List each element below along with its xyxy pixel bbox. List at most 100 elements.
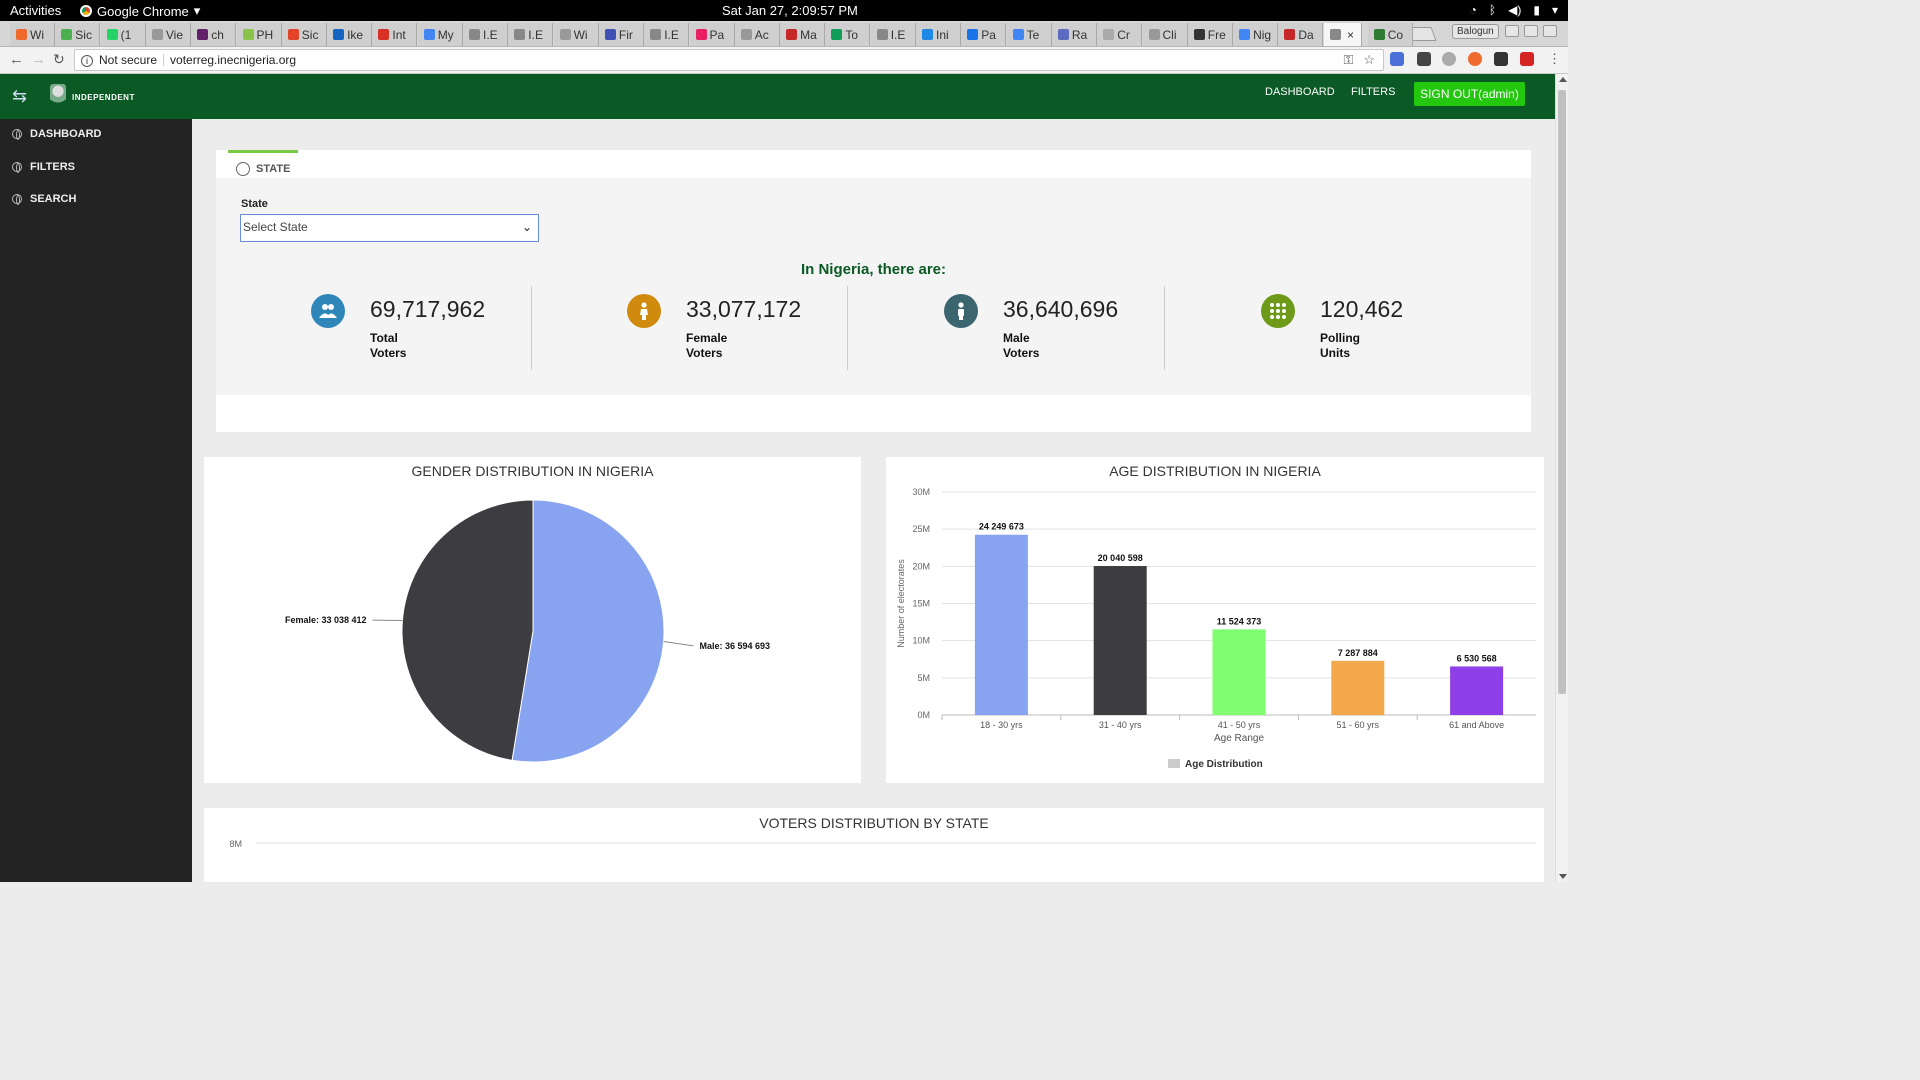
json-extension-icon[interactable] [1494,52,1508,66]
tab-title: ch [211,28,224,42]
scroll-thumb[interactable] [1558,90,1566,694]
tab-state[interactable]: STATE [228,150,298,178]
y-tick-label: 10M [912,636,930,646]
bar[interactable] [1331,660,1385,715]
address-bar[interactable]: i Not secure voterreg.inecnigeria.org ⚿ ☆ [74,49,1384,71]
browser-tab[interactable]: Sic [281,23,327,46]
browser-tab[interactable]: Pa [689,23,735,46]
url-text[interactable]: voterreg.inecnigeria.org [170,53,296,67]
browser-tab[interactable]: Fir [598,23,644,46]
stat-value: 36,640,696 [1003,296,1119,322]
profile-button[interactable]: Balogun [1452,24,1499,39]
x-tick-label: 51 - 60 yrs [1337,720,1380,730]
bar[interactable] [1093,566,1147,715]
nav-dashboard[interactable]: DASHBOARD [1265,86,1335,98]
activities-button[interactable]: Activities [10,3,61,18]
legend-swatch[interactable] [1168,759,1180,768]
ubuntu-extension-icon[interactable] [1468,52,1482,66]
browser-tab[interactable]: Nig [1233,23,1279,46]
minimize-button[interactable] [1505,25,1519,37]
sidebar-toggle-icon[interactable]: ⇆ [12,86,27,107]
tab-title: My [437,28,454,42]
tab-favicon-icon [61,29,73,40]
clock[interactable]: Sat Jan 27, 2:09:57 PM [722,3,858,18]
browser-tab[interactable]: × [1323,23,1362,46]
browser-tab[interactable]: Ac [734,23,780,46]
legend-label[interactable]: Age Distribution [1185,759,1263,770]
shield-extension-icon[interactable] [1417,52,1431,66]
system-tray[interactable]: ◔ ᛒ ◀) ▮ ▾ [1470,3,1558,17]
page-scrollbar[interactable] [1555,74,1568,882]
y-tick-label: 8M [229,839,242,849]
battery-icon: ▮ [1533,3,1540,17]
browser-tab[interactable]: I.E [508,23,554,46]
scroll-down-icon[interactable] [1559,874,1567,879]
bar[interactable] [974,534,1028,715]
key-icon[interactable]: ⚿ [1343,52,1353,68]
close-tab-icon[interactable]: × [1344,28,1354,42]
browser-tab[interactable]: Cli [1142,23,1188,46]
bar[interactable] [1450,666,1504,715]
globe-icon [12,129,22,140]
translate-extension-icon[interactable] [1390,52,1404,66]
browser-tab[interactable]: Ike [327,23,373,46]
browser-tab[interactable]: (1 [100,23,146,46]
browser-tab[interactable]: Sic [55,23,101,46]
browser-tab[interactable]: Ma [780,23,826,46]
info-icon[interactable]: i [81,55,93,67]
browser-tab[interactable]: Wi [10,23,55,46]
browser-tab[interactable]: Ra [1051,23,1097,46]
browser-tab[interactable]: Co [1367,23,1413,46]
panel-tab-bar: STATE [216,150,1531,178]
sync-extension-icon[interactable] [1442,52,1456,66]
browser-tab[interactable]: Pa [961,23,1007,46]
star-icon[interactable]: ☆ [1363,52,1375,68]
state-bar-chart: 8M [229,839,1536,849]
bar-value-label: 20 040 598 [1098,553,1143,563]
state-select[interactable]: Select State ⌄ [240,214,539,242]
state-panel: STATE State Select State ⌄ In Nigeria, t… [216,150,1531,432]
browser-tab[interactable]: Cr [1097,23,1143,46]
sidebar-item-search[interactable]: SEARCH [12,193,76,205]
browser-tab[interactable]: Int [372,23,418,46]
tab-favicon-icon [1373,29,1385,40]
browser-tab[interactable]: I.E [463,23,508,46]
browser-tab[interactable]: Fre [1187,23,1233,46]
browser-tab[interactable]: ch [191,23,237,46]
browser-tab[interactable]: To [825,23,871,46]
forward-icon[interactable]: → [31,51,46,68]
tab-title: Ma [800,28,817,42]
browser-tab[interactable]: My [417,23,463,46]
pie-slice-female[interactable] [401,499,534,761]
browser-tab[interactable]: I.E [644,23,690,46]
close-window-button[interactable] [1543,25,1557,37]
sidebar-item-filters[interactable]: FILTERS [12,161,75,173]
tab-title: Da [1298,28,1314,42]
browser-tab[interactable]: Wi [553,23,599,46]
sign-out-button[interactable]: SIGN OUT(admin) [1414,82,1525,106]
nav-filters[interactable]: FILTERS [1351,86,1395,98]
back-icon[interactable]: ← [9,51,24,68]
browser-tab[interactable]: Ini [916,23,961,46]
browser-tab[interactable]: PH [236,23,282,46]
stat-label: Female Voters [686,331,728,360]
browser-tab[interactable]: Te [1006,23,1052,46]
reload-icon[interactable]: ↻ [53,51,65,68]
tab-favicon-icon [1012,29,1024,40]
sidebar-item-dashboard[interactable]: DASHBOARD [12,128,102,140]
y-tick-label: 0M [917,710,930,720]
browser-tab[interactable]: Da [1278,23,1324,46]
pie-slice-male[interactable] [511,499,665,763]
scroll-up-icon[interactable] [1559,77,1567,82]
menu-icon[interactable]: ⋮ [1548,51,1561,67]
tab-favicon-icon [16,29,27,40]
stat-total-voters: 69,717,962 Total Voters [216,286,532,370]
browser-tab[interactable]: Vie [145,23,191,46]
pdf-extension-icon[interactable] [1520,52,1534,66]
maximize-button[interactable] [1524,25,1538,37]
tab-favicon-icon [423,29,435,40]
bar[interactable] [1212,629,1266,715]
app-menu[interactable]: Google Chrome ▾ [80,3,200,19]
browser-tab[interactable]: I.E [870,23,916,46]
logo[interactable]: INDEPENDENT [50,84,135,108]
